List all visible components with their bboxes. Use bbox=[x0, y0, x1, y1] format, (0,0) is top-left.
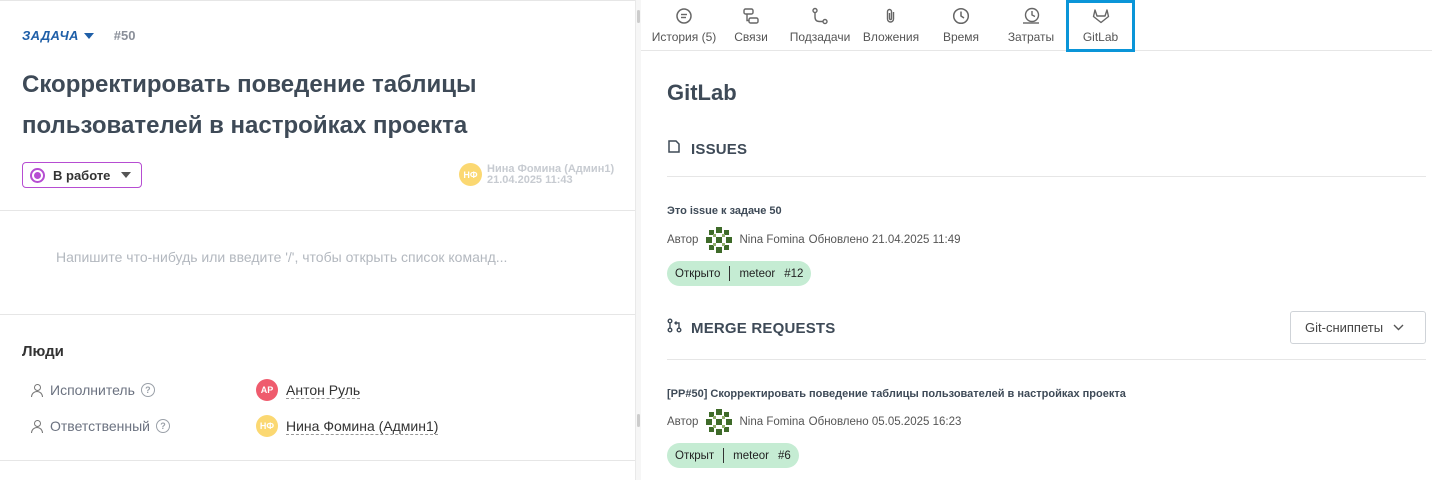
tab-time[interactable]: Время bbox=[939, 0, 983, 50]
task-details-panel: ЗАДАЧА #50 Скорректировать поведение таб… bbox=[0, 0, 635, 480]
role-label: Исполнитель bbox=[50, 382, 135, 398]
help-icon[interactable]: ? bbox=[155, 419, 170, 433]
divider bbox=[0, 314, 635, 315]
divider bbox=[0, 210, 635, 211]
chevron-down-icon bbox=[121, 172, 132, 178]
people-section-title: Люди bbox=[22, 343, 64, 360]
mr-section-header: MERGE REQUESTS bbox=[667, 318, 836, 338]
issues-section-header: ISSUES bbox=[667, 139, 747, 159]
updated-at: Обновлено 05.05.2025 16:23 bbox=[808, 416, 962, 428]
task-author: НФ Нина Фомина (Админ1) 21.04.2025 11:43 bbox=[459, 163, 614, 186]
task-number: #50 bbox=[113, 28, 136, 43]
mr-iid: #6 bbox=[777, 449, 791, 462]
comment-input[interactable]: Напишите что-нибудь или введите '/', что… bbox=[56, 249, 507, 265]
user-icon bbox=[30, 419, 44, 433]
snippets-label: Git-сниппеты bbox=[1305, 320, 1384, 335]
issue-project: meteor bbox=[739, 267, 776, 280]
tab-label: GitLab bbox=[1082, 30, 1119, 44]
side-panel: История (5) Связи Подзадачи Вложения Вре… bbox=[641, 0, 1432, 480]
history-icon bbox=[675, 7, 693, 25]
tab-attachments[interactable]: Вложения bbox=[860, 0, 922, 50]
responsible-row: Ответственный ? bbox=[30, 418, 170, 434]
mr-meta: Автор Nina Fomina Обновлено 05.05.2025 1… bbox=[667, 407, 961, 437]
drag-grip-icon bbox=[637, 10, 640, 23]
divider bbox=[667, 359, 1426, 360]
merge-request-icon bbox=[667, 318, 682, 338]
task-type-dropdown[interactable]: ЗАДАЧА bbox=[22, 28, 79, 43]
subtasks-icon bbox=[811, 7, 829, 25]
help-icon[interactable]: ? bbox=[140, 383, 155, 397]
avatar: АР bbox=[256, 379, 278, 401]
issue-iid: #12 bbox=[784, 267, 804, 280]
mr-status-badge[interactable]: Открыт meteor #6 bbox=[667, 443, 799, 468]
issue-meta: Автор Nina Fomina Обновлено 21.04.2025 1… bbox=[667, 225, 961, 255]
author-label: Автор bbox=[667, 416, 699, 428]
costs-icon bbox=[1022, 7, 1040, 25]
issue-title[interactable]: Это issue к задаче 50 bbox=[667, 205, 782, 217]
issue-state: Открыто bbox=[675, 267, 721, 280]
status-label: В работе bbox=[53, 167, 111, 183]
drag-grip-icon bbox=[637, 414, 640, 427]
tab-history[interactable]: История (5) bbox=[647, 0, 721, 50]
tab-label: Затраты bbox=[1007, 30, 1055, 44]
tab-subtasks[interactable]: Подзадачи bbox=[788, 0, 852, 50]
author-name: Nina Fomina bbox=[739, 416, 805, 428]
task-page: ЗАДАЧА #50 Скорректировать поведение таб… bbox=[0, 0, 1432, 480]
responsible-name[interactable]: Нина Фомина (Админ1) bbox=[286, 418, 439, 435]
tab-bar: История (5) Связи Подзадачи Вложения Вре… bbox=[641, 0, 1432, 52]
avatar: НФ bbox=[256, 415, 278, 437]
author-name: Нина Фомина (Админ1) bbox=[487, 162, 615, 175]
panel-title: GitLab bbox=[667, 80, 737, 105]
user-icon bbox=[30, 383, 44, 397]
author-label: Автор bbox=[667, 234, 699, 246]
clock-icon bbox=[952, 7, 970, 25]
status-dropdown[interactable]: В работе bbox=[22, 162, 142, 188]
divider bbox=[667, 176, 1426, 177]
gitlab-icon bbox=[1092, 7, 1110, 25]
tab-label: История (5) bbox=[651, 30, 717, 44]
tab-label: Время bbox=[942, 30, 980, 44]
assignee-row: Исполнитель ? bbox=[30, 382, 155, 398]
tab-label: Подзадачи bbox=[789, 30, 851, 44]
avatar bbox=[704, 225, 734, 255]
author-date: 21.04.2025 11:43 bbox=[487, 173, 573, 186]
tab-label: Связи bbox=[734, 30, 768, 44]
separator bbox=[729, 266, 731, 281]
tab-label: Вложения bbox=[862, 30, 920, 44]
chevron-down-icon bbox=[1393, 322, 1404, 334]
assignee-name[interactable]: Антон Руль bbox=[286, 382, 361, 399]
avatar bbox=[704, 407, 734, 437]
separator bbox=[723, 448, 725, 463]
mr-state: Открыт bbox=[675, 449, 715, 462]
responsible-value[interactable]: НФ Нина Фомина (Админ1) bbox=[256, 415, 439, 437]
tab-gitlab[interactable]: GitLab bbox=[1066, 0, 1135, 52]
mr-heading: MERGE REQUESTS bbox=[691, 319, 836, 337]
author-name: Nina Fomina bbox=[739, 234, 805, 246]
role-label: Ответственный bbox=[50, 418, 150, 434]
task-title[interactable]: Скорректировать поведение таблицы пользо… bbox=[22, 64, 562, 146]
avatar: НФ bbox=[459, 163, 482, 186]
updated-at: Обновлено 21.04.2025 11:49 bbox=[808, 234, 961, 246]
issue-status-badge[interactable]: Открыто meteor #12 bbox=[667, 261, 812, 286]
mr-project: meteor bbox=[733, 449, 769, 462]
author-info: Нина Фомина (Админ1) 21.04.2025 11:43 bbox=[487, 162, 615, 186]
divider bbox=[0, 460, 635, 461]
issues-heading: ISSUES bbox=[691, 140, 748, 158]
chevron-down-icon[interactable] bbox=[83, 33, 94, 39]
tab-links[interactable]: Связи bbox=[729, 0, 773, 50]
tab-costs[interactable]: Затраты bbox=[1005, 0, 1057, 50]
mr-title[interactable]: [PP#50] Скорректировать поведение таблиц… bbox=[667, 388, 1126, 400]
links-icon bbox=[742, 7, 760, 25]
issue-icon bbox=[667, 139, 682, 159]
task-header: ЗАДАЧА #50 bbox=[22, 28, 135, 43]
status-indicator-icon bbox=[30, 167, 45, 183]
assignee-value[interactable]: АР Антон Руль bbox=[256, 379, 361, 401]
git-snippets-dropdown[interactable]: Git-сниппеты bbox=[1290, 311, 1426, 344]
paperclip-icon bbox=[882, 7, 900, 25]
